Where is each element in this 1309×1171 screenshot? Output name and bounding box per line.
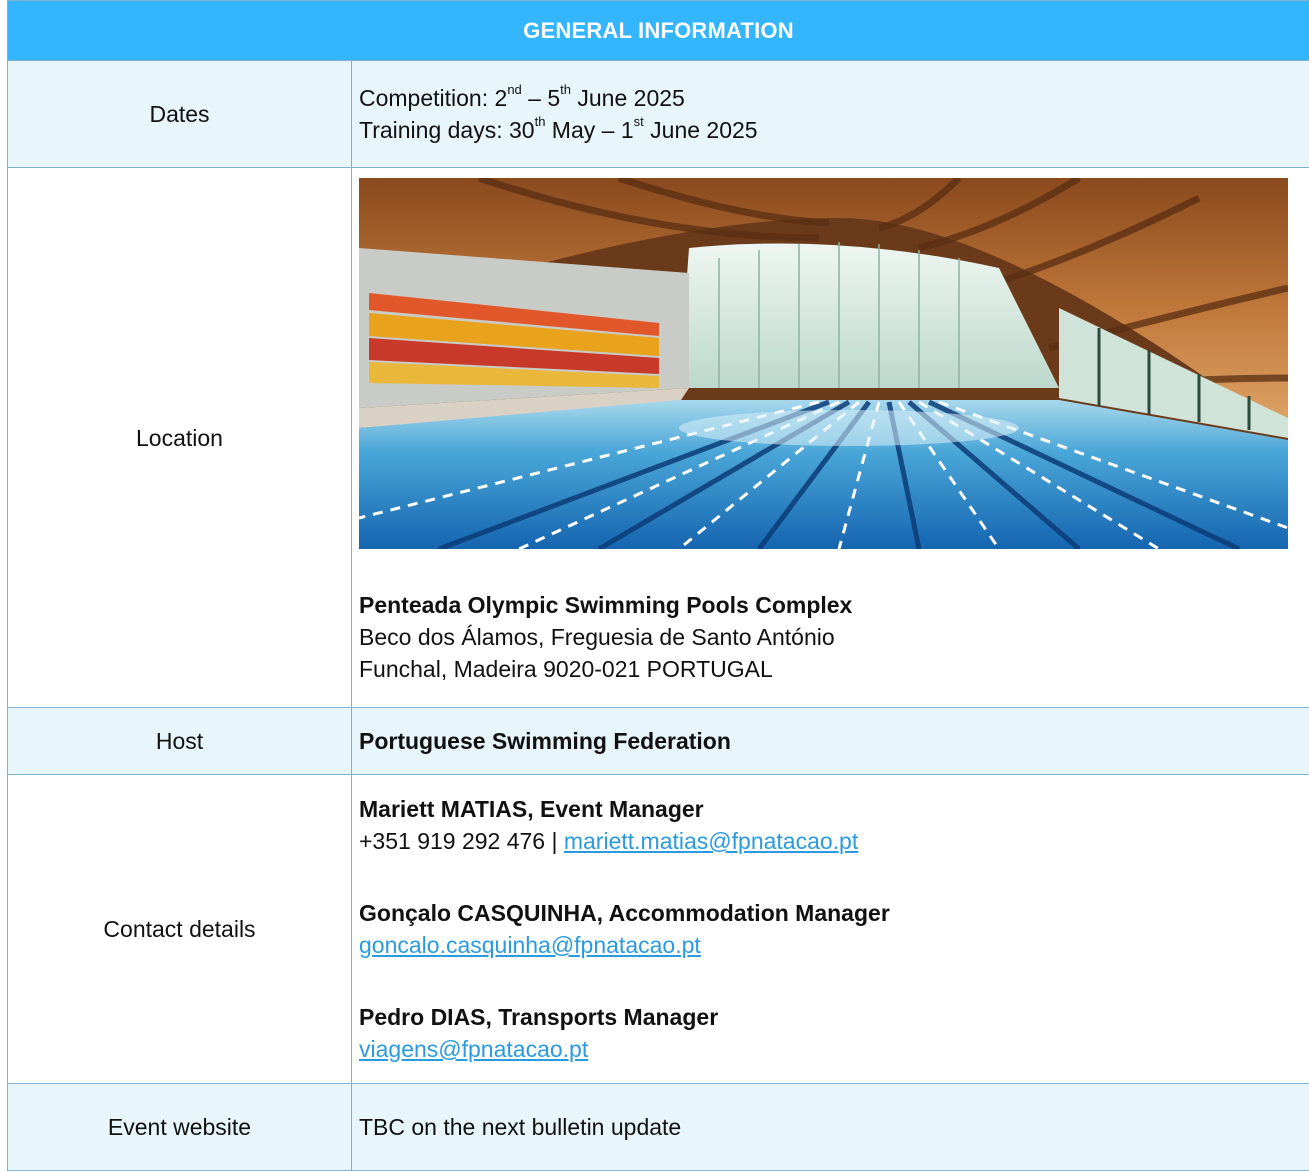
address-line-2: Funchal, Madeira 9020-021 PORTUGAL	[359, 656, 773, 682]
contact-label: Contact details	[7, 774, 352, 1084]
contact-event-manager: Mariett MATIAS, Event Manager +351 919 2…	[359, 793, 1309, 857]
host-value: Portuguese Swimming Federation	[351, 707, 1309, 775]
website-label: Event website	[7, 1083, 352, 1171]
contact-name: Mariett MATIAS, Event Manager	[359, 796, 704, 822]
table-row-dates: Dates Competition: 2nd – 5th June 2025 T…	[7, 60, 1309, 168]
contact-phone: +351 919 292 476 |	[359, 828, 564, 854]
contact-email-link[interactable]: goncalo.casquinha@fpnatacao.pt	[359, 932, 701, 958]
general-information-table: GENERAL INFORMATION Dates Competition: 2…	[7, 0, 1309, 1171]
table-row-host: Host Portuguese Swimming Federation	[7, 707, 1309, 775]
pool-photo	[359, 178, 1288, 549]
table-header-row: GENERAL INFORMATION	[7, 0, 1309, 61]
contact-name: Gonçalo CASQUINHA, Accommodation Manager	[359, 900, 890, 926]
venue-address: Penteada Olympic Swimming Pools Complex …	[359, 589, 1309, 685]
contact-value: Mariett MATIAS, Event Manager +351 919 2…	[351, 774, 1309, 1084]
venue-name: Penteada Olympic Swimming Pools Complex	[359, 592, 853, 618]
training-dates: Training days: 30th May – 1st June 2025	[359, 114, 758, 143]
website-value: TBC on the next bulletin update	[351, 1083, 1309, 1171]
table-row-website: Event website TBC on the next bulletin u…	[7, 1083, 1309, 1171]
location-label: Location	[7, 167, 352, 708]
contact-email-link[interactable]: mariett.matias@fpnatacao.pt	[564, 828, 858, 854]
competition-dates: Competition: 2nd – 5th June 2025	[359, 82, 685, 111]
contact-phone-email: +351 919 292 476 | mariett.matias@fpnata…	[359, 825, 1309, 857]
table-title: GENERAL INFORMATION	[7, 0, 1309, 61]
dates-label: Dates	[7, 60, 352, 168]
address-line-1: Beco dos Álamos, Freguesia de Santo Antó…	[359, 624, 835, 650]
location-value: Penteada Olympic Swimming Pools Complex …	[351, 167, 1309, 708]
contact-name: Pedro DIAS, Transports Manager	[359, 1004, 719, 1030]
table-row-contact: Contact details Mariett MATIAS, Event Ma…	[7, 774, 1309, 1084]
contact-accommodation-manager: Gonçalo CASQUINHA, Accommodation Manager…	[359, 897, 1309, 961]
contact-email-link[interactable]: viagens@fpnatacao.pt	[359, 1036, 588, 1062]
dates-value: Competition: 2nd – 5th June 2025 Trainin…	[351, 60, 1309, 168]
contact-transports-manager: Pedro DIAS, Transports Manager viagens@f…	[359, 1001, 1309, 1065]
table-row-location: Location Penteada Olympic Swimming Pools…	[7, 167, 1309, 708]
host-label: Host	[7, 707, 352, 775]
